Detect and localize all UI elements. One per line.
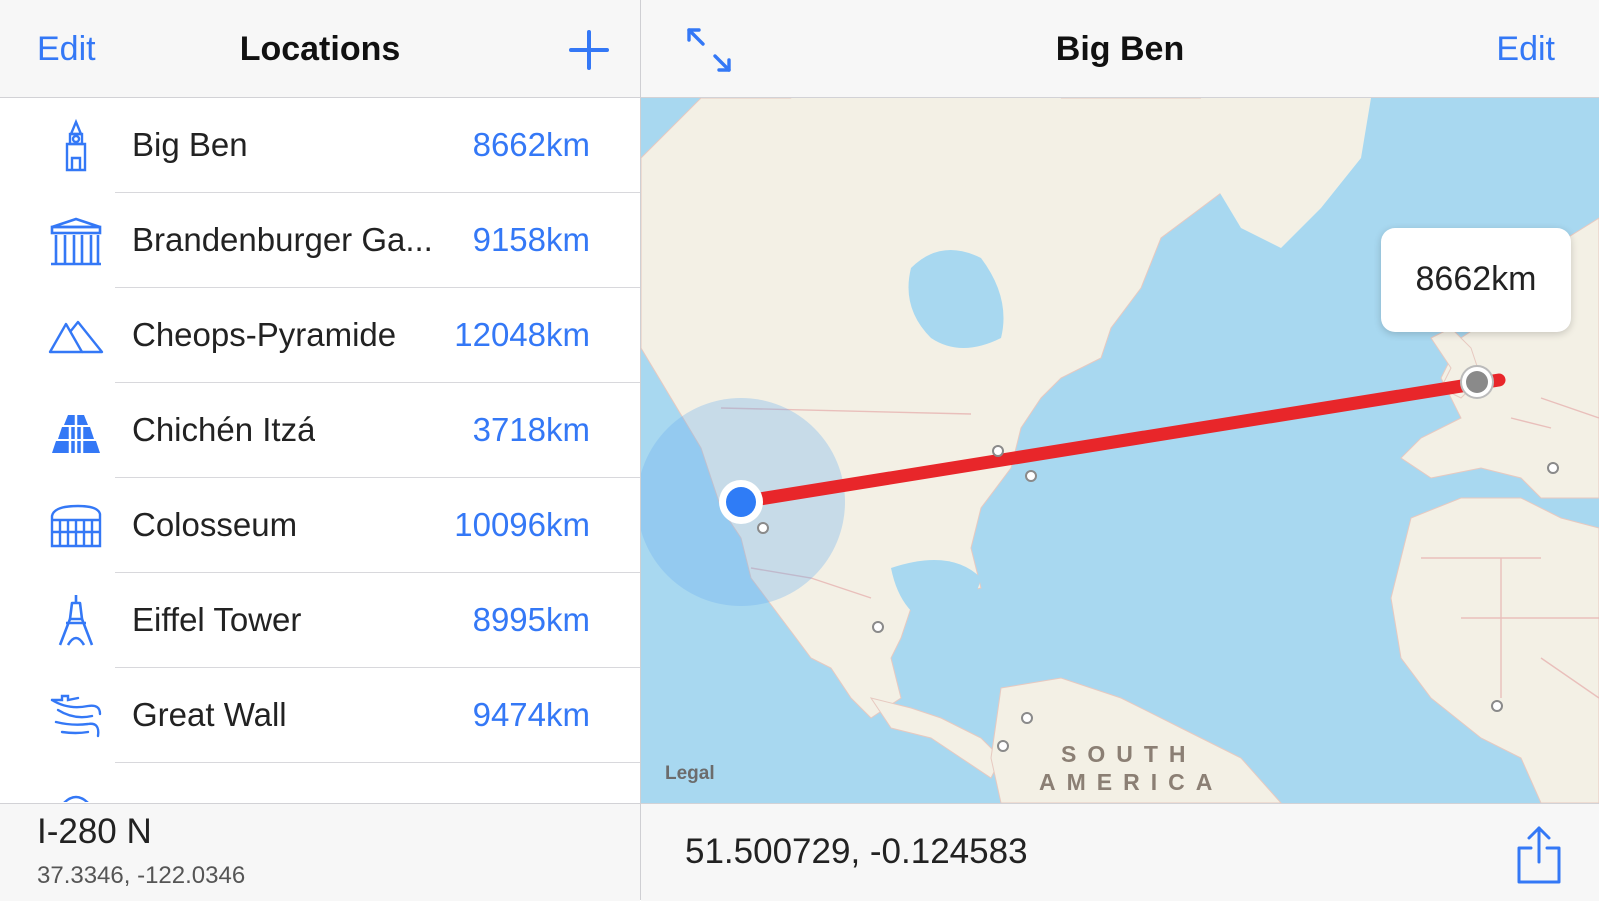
location-distance: 9474km	[472, 696, 590, 733]
current-road: I-280 N	[37, 812, 152, 851]
location-distance: 9158km	[472, 221, 590, 258]
location-name: Brandenburger Ga...	[132, 221, 433, 258]
target-coordinates-bar: 51.500729, -0.124583	[641, 803, 1599, 901]
distance-callout: 8662km	[1381, 228, 1571, 332]
location-distance: 10096km	[454, 506, 590, 543]
location-name: Eiffel Tower	[132, 601, 302, 638]
list-item-brandenburger-gate[interactable]: Brandenburger Ga... 9158km	[0, 193, 640, 288]
location-distance: 8662km	[472, 126, 590, 163]
map-view[interactable]: 8662km SOUTH AMERICA Legal	[641, 98, 1599, 803]
list-item-big-ben[interactable]: Big Ben 8662km	[0, 98, 640, 193]
list-item-great-wall[interactable]: Great Wall 9474km	[0, 668, 640, 763]
current-coordinates: 37.3346, -122.0346	[37, 862, 246, 889]
list-item-cheops-pyramide[interactable]: Cheops-Pyramide 12048km	[0, 288, 640, 383]
big-ben-icon	[65, 118, 87, 172]
legal-link[interactable]: Legal	[665, 763, 715, 785]
landmass-greenland	[1201, 98, 1371, 248]
edit-button[interactable]: Edit	[1496, 30, 1555, 69]
landmass-africa	[1390, 497, 1599, 803]
list-item-chichen-itza[interactable]: Chichén Itzá 3718km	[0, 383, 640, 478]
callout-distance: 8662km	[1415, 260, 1537, 298]
eiffel-tower-icon	[58, 595, 94, 646]
brandenburg-gate-icon	[50, 217, 102, 266]
great-wall-icon	[50, 694, 102, 738]
location-name: Chichén Itzá	[132, 411, 316, 448]
location-distance: 8995km	[472, 601, 590, 638]
target-coordinates: 51.500729, -0.124583	[685, 832, 1028, 871]
pyramid-icon	[48, 320, 104, 354]
share-icon[interactable]	[1513, 824, 1565, 886]
locations-panel: Edit Locations Big Ben 8662km Brandenbur…	[0, 0, 640, 901]
plus-icon[interactable]	[565, 26, 613, 74]
location-name: Great Wall	[132, 696, 287, 733]
continent-label: AMERICA	[1039, 769, 1224, 795]
detail-title: Big Ben	[1055, 30, 1185, 68]
location-name: Big Ben	[132, 126, 248, 163]
continent-label: SOUTH	[1061, 741, 1197, 767]
locations-navbar: Edit Locations	[0, 0, 640, 98]
landmark-icon	[63, 795, 89, 802]
list-item-eiffel-tower[interactable]: Eiffel Tower 8995km	[0, 573, 640, 668]
list-item-colosseum[interactable]: Colosseum 10096km	[0, 478, 640, 573]
current-location-bar: I-280 N 37.3346, -122.0346	[0, 803, 640, 901]
colosseum-icon	[50, 504, 102, 548]
chichen-itza-icon	[52, 415, 100, 453]
detail-panel: Big Ben Edit 8662km SOUTH AMERICA Legal …	[641, 0, 1599, 901]
list-item-partial[interactable]	[0, 763, 640, 802]
location-distance: 12048km	[454, 316, 590, 353]
detail-navbar: Big Ben Edit	[641, 0, 1599, 98]
location-name: Colosseum	[132, 506, 298, 543]
location-name: Cheops-Pyramide	[132, 316, 397, 353]
page-title: Locations	[239, 30, 401, 68]
map-canvas	[641, 98, 1599, 803]
location-distance: 3718km	[472, 411, 590, 448]
locations-list: Big Ben 8662km Brandenburger Ga... 9158k…	[0, 98, 640, 802]
